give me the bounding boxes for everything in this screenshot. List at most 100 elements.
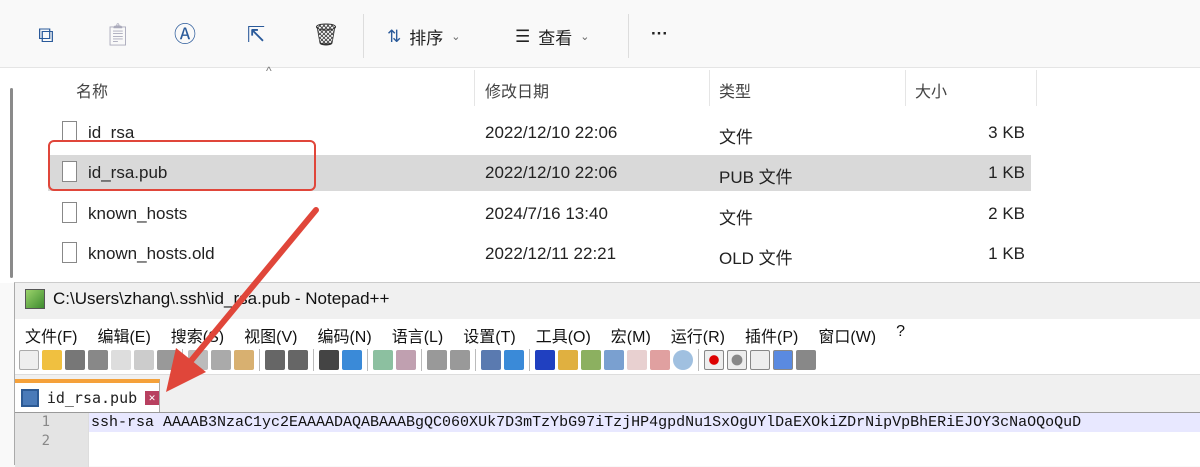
file-name: known_hosts.old <box>88 244 215 263</box>
window-title: C:\Users\zhang\.ssh\id_rsa.pub - Notepad… <box>25 289 389 309</box>
divider <box>474 70 475 106</box>
sort-indicator-icon: ^ <box>266 64 272 78</box>
line-numbers: 12 <box>15 413 89 467</box>
find-icon[interactable] <box>319 349 339 370</box>
cut-icon[interactable] <box>188 349 208 370</box>
editor-line[interactable]: ssh-rsa AAAAB3NzaC1yc2EAAAADAQABAAABgQC0… <box>89 413 1200 432</box>
column-header-name[interactable]: 名称 <box>76 78 108 102</box>
replace-icon[interactable] <box>342 349 362 370</box>
paste-icon[interactable]: 📋︎ <box>104 22 132 48</box>
notepadpp-icon <box>25 289 45 309</box>
explorer-toolbar: ⧉ 📋︎ Ⓐ ⇱ 🗑︎ ⇅ 排序 ⌄ ☰ 查看 ⌄ ··· <box>0 0 1200 68</box>
sort-label: 排序 <box>409 29 444 48</box>
menu-plugins[interactable]: 插件(P) <box>735 319 798 346</box>
title-text: C:\Users\zhang\.ssh\id_rsa.pub - Notepad… <box>53 289 390 308</box>
file-date: 2022/12/11 22:21 <box>485 244 617 263</box>
monitoring-icon[interactable] <box>673 349 693 370</box>
menu-tools[interactable]: 工具(O) <box>526 319 591 346</box>
redo-icon[interactable] <box>288 349 308 370</box>
sync-horizontal-icon[interactable] <box>450 349 470 370</box>
close-file-icon[interactable] <box>111 349 131 370</box>
file-date: 2024/7/16 13:40 <box>485 204 608 223</box>
more-button[interactable]: ··· <box>651 24 668 44</box>
zoom-in-icon[interactable] <box>373 349 393 370</box>
save-all-icon[interactable] <box>88 349 108 370</box>
file-type: OLD 文件 <box>719 249 793 268</box>
menu-window[interactable]: 窗口(W) <box>808 319 876 346</box>
file-row[interactable]: known_hosts.old 2022/12/11 22:21 OLD 文件 1 K… <box>48 236 1031 272</box>
menu-help[interactable]: ? <box>886 319 905 345</box>
open-file-icon[interactable] <box>42 349 62 370</box>
tab-id-rsa-pub[interactable]: id_rsa.pub ✕ <box>15 379 160 412</box>
close-tab-icon[interactable]: ✕ <box>145 390 159 405</box>
menu-run[interactable]: 运行(R) <box>661 319 725 346</box>
new-file-icon[interactable] <box>19 349 39 370</box>
show-all-chars-icon[interactable] <box>504 349 524 370</box>
menu-bar: 文件(F) 编辑(E) 搜索(S) 视图(V) 编码(N) 语言(L) 设置(T… <box>15 319 1200 346</box>
file-size: 1 KB <box>988 244 1025 263</box>
sync-vertical-icon[interactable] <box>427 349 447 370</box>
file-date: 2022/12/10 22:06 <box>485 123 618 142</box>
menu-view[interactable]: 视图(V) <box>234 319 297 346</box>
menu-edit[interactable]: 编辑(E) <box>87 319 150 346</box>
file-icon <box>62 121 77 142</box>
file-type: 文件 <box>719 128 753 147</box>
notepadpp-toolbar <box>15 345 1200 375</box>
file-row[interactable]: known_hosts 2024/7/16 13:40 文件 2 KB <box>48 196 1031 232</box>
document-map-icon[interactable] <box>581 349 601 370</box>
tab-label: id_rsa.pub <box>46 388 138 407</box>
rename-icon[interactable]: Ⓐ <box>172 22 198 48</box>
divider <box>363 14 364 58</box>
save-macro-icon[interactable] <box>796 349 816 370</box>
file-date: 2022/12/10 22:06 <box>485 163 618 182</box>
udl-icon[interactable] <box>558 349 578 370</box>
file-icon <box>62 242 77 263</box>
paste-icon[interactable] <box>234 349 254 370</box>
sort-icon: ⇅ <box>387 26 402 46</box>
copy-icon[interactable]: ⧉ <box>33 22 59 48</box>
run-macro-multiple-icon[interactable] <box>773 349 793 370</box>
undo-icon[interactable] <box>265 349 285 370</box>
chevron-down-icon: ⌄ <box>451 31 461 43</box>
share-icon[interactable]: ⇱ <box>243 22 269 48</box>
zoom-out-icon[interactable] <box>396 349 416 370</box>
play-macro-icon[interactable] <box>750 349 770 370</box>
stop-macro-icon[interactable] <box>727 349 747 370</box>
divider <box>905 70 906 106</box>
divider <box>709 70 710 106</box>
document-list-icon[interactable] <box>604 349 624 370</box>
column-header-date[interactable]: 修改日期 <box>485 78 549 102</box>
copy-icon[interactable] <box>211 349 231 370</box>
save-icon[interactable] <box>65 349 85 370</box>
saved-icon <box>21 388 39 407</box>
menu-settings[interactable]: 设置(T) <box>453 319 515 346</box>
file-size: 2 KB <box>988 204 1025 223</box>
menu-macro[interactable]: 宏(M) <box>601 319 651 346</box>
view-button[interactable]: ☰ 查看 ⌄ <box>515 24 589 49</box>
line-number: 2 <box>41 433 50 449</box>
divider <box>628 14 629 58</box>
delete-icon[interactable]: 🗑︎ <box>312 22 340 48</box>
file-type: PUB 文件 <box>719 168 793 187</box>
print-icon[interactable] <box>157 349 177 370</box>
file-name: known_hosts <box>88 204 188 223</box>
indent-guide-icon[interactable] <box>535 349 555 370</box>
line-number: 1 <box>41 414 50 430</box>
menu-language[interactable]: 语言(L) <box>382 319 444 346</box>
menu-file[interactable]: 文件(F) <box>15 319 77 346</box>
column-header-type[interactable]: 类型 <box>719 78 751 102</box>
file-size: 1 KB <box>988 163 1025 182</box>
close-all-icon[interactable] <box>134 349 154 370</box>
menu-encoding[interactable]: 编码(N) <box>307 319 371 346</box>
sort-button[interactable]: ⇅ 排序 ⌄ <box>387 24 460 49</box>
scrollbar[interactable] <box>10 88 13 278</box>
file-size: 3 KB <box>988 123 1025 142</box>
word-wrap-icon[interactable] <box>481 349 501 370</box>
menu-search[interactable]: 搜索(S) <box>161 319 224 346</box>
column-header-size[interactable]: 大小 <box>915 78 947 102</box>
editor[interactable]: 12 ssh-rsa AAAAB3NzaC1yc2EAAAADAQABAAABg… <box>15 412 1200 467</box>
folder-workspace-icon[interactable] <box>650 349 670 370</box>
function-list-icon[interactable] <box>627 349 647 370</box>
record-macro-icon[interactable] <box>704 349 724 370</box>
file-icon <box>62 202 77 223</box>
